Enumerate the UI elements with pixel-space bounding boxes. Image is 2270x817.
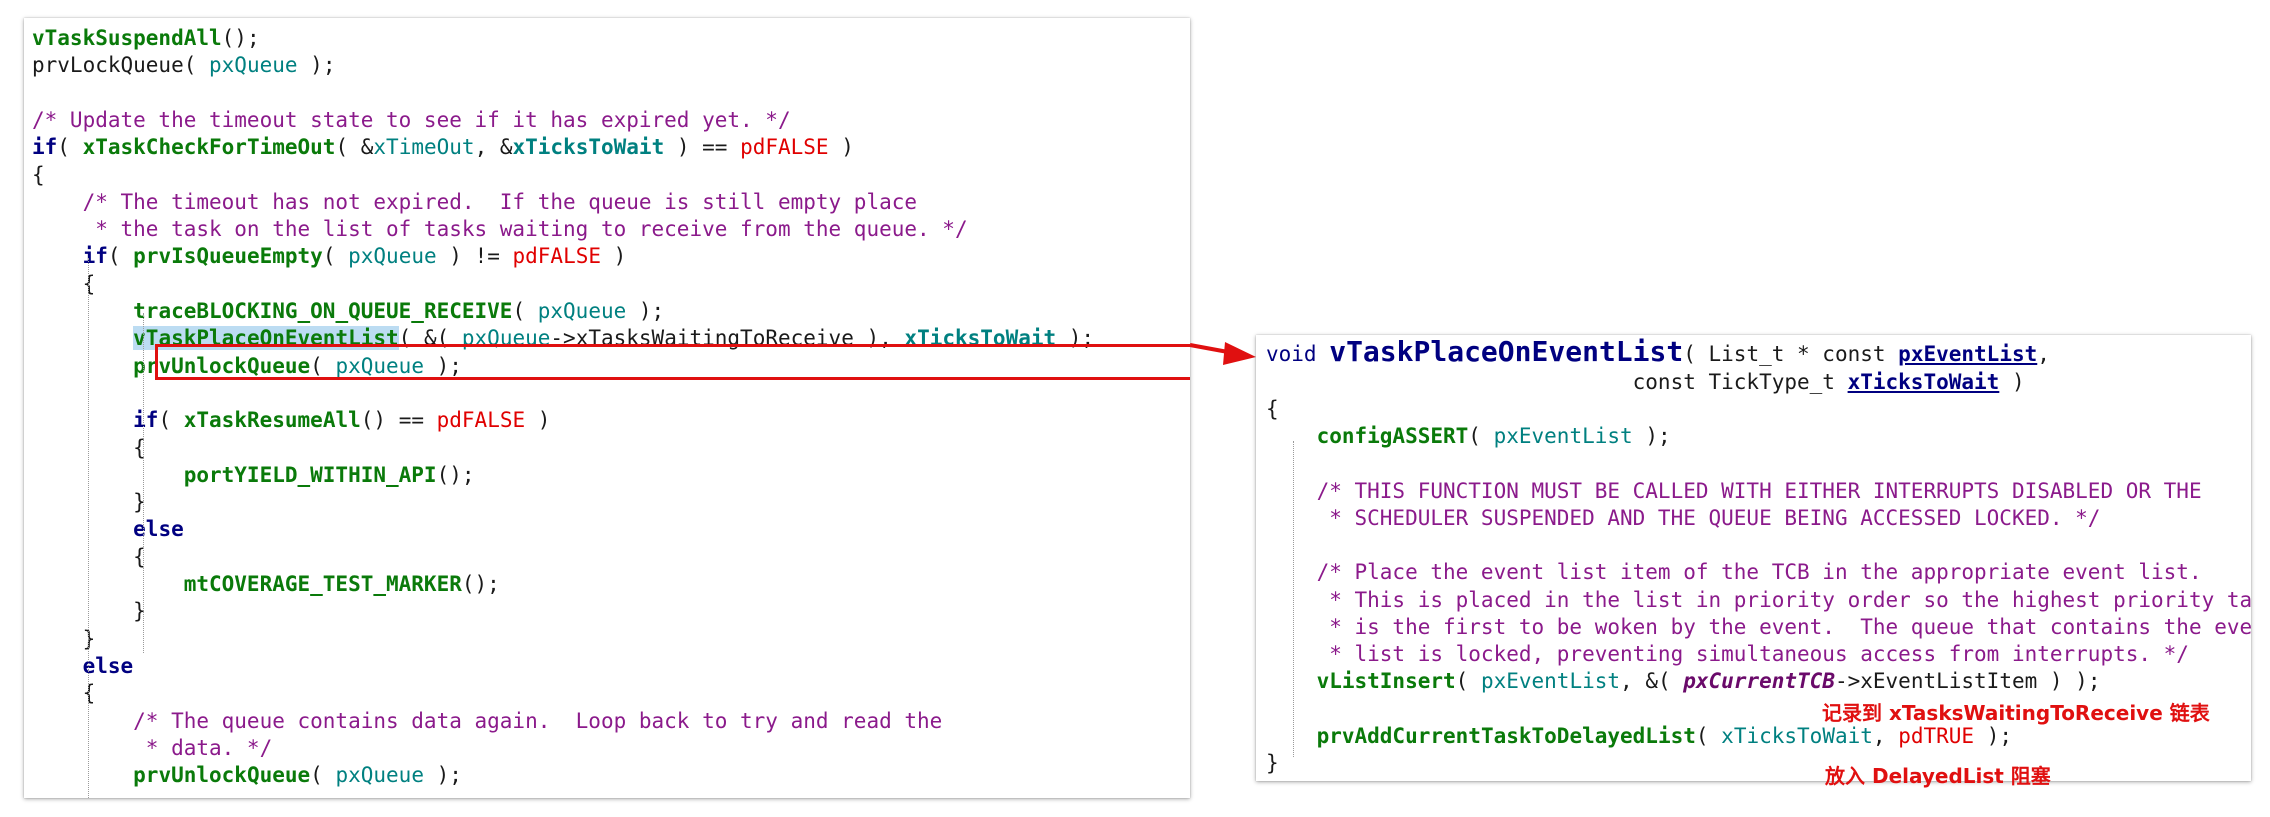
indent-guide (1293, 441, 1294, 757)
code-token: * SCHEDULER SUSPENDED AND THE QUEUE BEIN… (1266, 506, 2101, 530)
code-token: const TickType_t (1266, 370, 1848, 394)
code-token: /* THIS FUNCTION MUST BE CALLED WITH EIT… (1266, 478, 2202, 503)
code-token: prvAddCurrentTaskToDelayedList (1316, 723, 1696, 748)
code-line: } (1256, 750, 1279, 777)
code-token: ( (1695, 723, 1722, 748)
code-line: configASSERT( pxEventList ); (1256, 423, 1671, 450)
code-line: void vTaskPlaceOnEventList( List_t * con… (1256, 335, 2050, 369)
code-token: * list is locked, preventing simultaneou… (1266, 642, 2189, 666)
code-line: prvAddCurrentTaskToDelayedList( xTicksTo… (1256, 723, 2012, 750)
code-token: xTicksToWait (1847, 370, 2000, 394)
code-token: ( List_t * const (1683, 342, 1899, 366)
code-token: * is the first to be woken by the event.… (1266, 614, 2251, 639)
code-line: { (1256, 396, 1279, 423)
code-token: void (1266, 342, 1330, 366)
code-token: /* Place the event list item of the TCB … (1266, 560, 2202, 585)
code-token: pxEventList (1480, 669, 1621, 694)
code-token: pxEventList (1898, 342, 2038, 366)
code-line: /* THIS FUNCTION MUST BE CALLED WITH EIT… (1256, 478, 2202, 505)
code-line: /* Place the event list item of the TCB … (1256, 559, 2202, 586)
code-token: ->xEventListItem ) ); (1834, 669, 2101, 694)
code-token: xTicksToWait (1721, 723, 1873, 748)
code-token: , (2037, 342, 2050, 366)
code-token: pdTRUE (1898, 723, 1975, 748)
code-token: { (1266, 397, 1279, 422)
code-line: * SCHEDULER SUSPENDED AND THE QUEUE BEIN… (1256, 505, 2100, 532)
code-token: ); (1974, 723, 2012, 748)
code-line: const TickType_t xTicksToWait ) (1256, 369, 2025, 396)
code-token: ) (1999, 370, 2025, 394)
code-line: * list is locked, preventing simultaneou… (1256, 641, 2189, 668)
code-token: , (1872, 723, 1899, 748)
code-token: ); (1632, 424, 1671, 449)
code-line: * This is placed in the list in priority… (1256, 587, 2251, 614)
code-line: vListInsert( pxEventList, &( pxCurrentTC… (1256, 668, 2101, 695)
code-token: } (1266, 750, 1279, 775)
code-token: * This is placed in the list in priority… (1266, 587, 2251, 612)
code-token: vListInsert (1316, 669, 1456, 694)
code-token: , &( (1620, 669, 1684, 694)
code-token: pxCurrentTCB (1683, 669, 1835, 694)
code-token: pxEventList (1493, 424, 1633, 449)
delayed-list-note: 放入 DelayedList 阻塞 (1825, 764, 2051, 788)
code-token: configASSERT (1316, 424, 1469, 449)
code-token: ( (1468, 424, 1494, 449)
code-token: vTaskPlaceOnEventList (1329, 335, 1684, 368)
code-line: * is the first to be woken by the event.… (1256, 614, 2251, 641)
code-token: ( (1455, 669, 1481, 694)
insert-list-note: 记录到 xTasksWaitingToReceive 链表 (1822, 701, 2210, 725)
